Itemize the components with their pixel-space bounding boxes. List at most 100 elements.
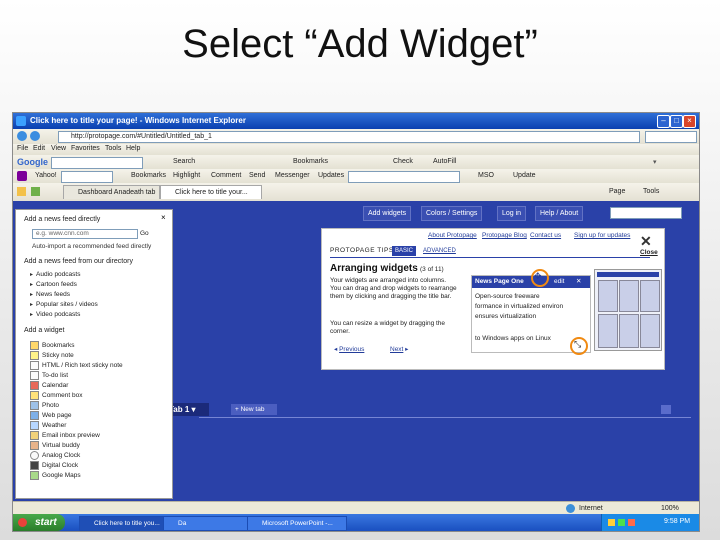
google-search-button[interactable]: Search (173, 158, 195, 165)
yahoo-updates[interactable]: Updates (318, 172, 344, 179)
add-favorite-icon[interactable] (31, 187, 40, 196)
feed-news[interactable]: ▸ News feeds (30, 291, 70, 298)
widget-weather[interactable]: Weather (30, 421, 66, 430)
autofill-button[interactable]: AutoFill (433, 158, 456, 165)
feed-url-input[interactable]: e.g. www.cnn.com (32, 229, 138, 239)
yahoo-bookmarks[interactable]: Bookmarks (131, 172, 166, 179)
tips-close-icon[interactable]: ✕ (640, 233, 652, 250)
protopage-search-input[interactable] (610, 207, 682, 219)
google-logo: Google (17, 157, 48, 167)
maximize-icon[interactable]: □ (670, 115, 683, 128)
widget-html-note[interactable]: HTML / Rich text sticky note (30, 361, 123, 370)
google-search-input[interactable] (51, 157, 143, 169)
tips-label: PROTOPAGE TIPS: (330, 247, 397, 254)
demo-widget-close-icon: ✕ (576, 278, 582, 285)
blog-link[interactable]: Protopage Blog (482, 232, 527, 239)
demo-widget-edit: edit (554, 278, 565, 285)
feed-popular-sites[interactable]: ▸ Popular sites / videos (30, 301, 98, 308)
update-button[interactable]: Update (513, 172, 536, 179)
bookmarks-button[interactable]: Bookmarks (293, 158, 328, 165)
contact-link[interactable]: Contact us (530, 232, 561, 239)
login-button[interactable]: Log in (497, 206, 527, 221)
panel-close-icon[interactable]: × (161, 213, 166, 222)
yahoo-send[interactable]: Send (249, 172, 265, 179)
address-field[interactable]: http://protopage.com/#Untitled/Untitled_… (58, 131, 640, 143)
colors-settings-button[interactable]: Colors / Settings (421, 206, 483, 221)
task-ie[interactable]: Click here to title you... (79, 516, 175, 531)
yahoo-search-input[interactable] (61, 171, 113, 183)
menu-help[interactable]: Help (126, 145, 140, 152)
back-icon[interactable] (17, 131, 27, 141)
widget-analog-clock[interactable]: Analog Clock (30, 451, 80, 460)
tips-counter: (3 of 11) (420, 266, 444, 273)
widget-virtual-buddy[interactable]: Virtual buddy (30, 441, 80, 450)
zone-label: Internet (579, 505, 603, 512)
yahoo-label[interactable]: Yahoo! (35, 172, 57, 179)
search-box[interactable] (645, 131, 697, 143)
yahoo-field[interactable] (348, 171, 460, 183)
bookmarks-icon (30, 341, 39, 350)
widget-web-page[interactable]: Web page (30, 411, 72, 420)
map-icon (30, 471, 39, 480)
tips-next-button[interactable]: Next ▸ (390, 345, 408, 353)
mso-button[interactable]: MSO (478, 172, 494, 179)
widget-sticky-note[interactable]: Sticky note (30, 351, 74, 360)
tray-icon-3[interactable] (628, 519, 635, 526)
widget-photo[interactable]: Photo (30, 401, 59, 410)
tips-close-label[interactable]: Close (640, 249, 658, 256)
analog-clock-icon (30, 451, 39, 460)
menu-tools[interactable]: Tools (105, 145, 121, 152)
email-icon (30, 431, 39, 440)
widget-todo[interactable]: To-do list (30, 371, 68, 380)
zoom-level[interactable]: 100% (661, 505, 679, 512)
about-link[interactable]: About Protopage (428, 232, 477, 239)
feed-go-button[interactable]: Go (140, 230, 149, 237)
demo-line-4: to Windows apps on Linux (475, 335, 551, 342)
signin-link[interactable]: ▾ (653, 158, 657, 166)
address-text: http://protopage.com/#Untitled/Untitled_… (71, 133, 212, 140)
yahoo-messenger[interactable]: Messenger (275, 172, 310, 179)
menu-view[interactable]: View (51, 145, 66, 152)
help-about-button[interactable]: Help / About (535, 206, 584, 221)
task-da[interactable]: Da (163, 516, 259, 531)
new-tab-button[interactable]: + New tab (231, 404, 277, 415)
forward-icon[interactable] (30, 131, 40, 141)
yahoo-highlight[interactable]: Highlight (173, 172, 200, 179)
feed-video-podcasts[interactable]: ▸ Video podcasts (30, 311, 80, 318)
minimize-icon[interactable]: – (657, 115, 670, 128)
feed-cartoon[interactable]: ▸ Cartoon feeds (30, 281, 77, 288)
tips-advanced-tab[interactable]: ADVANCED (420, 246, 459, 256)
menu-edit[interactable]: Edit (33, 145, 45, 152)
yahoo-comment[interactable]: Comment (211, 172, 241, 179)
page-settings-icon[interactable] (661, 405, 671, 414)
feed-url-value: e.g. www.cnn.com (36, 230, 89, 237)
tab-dashboard[interactable]: Dashboard Anadeath tab (63, 185, 160, 199)
page-menu[interactable]: Page (609, 188, 625, 195)
tips-body-1: Your widgets are arranged into columns. … (330, 277, 457, 300)
add-widgets-button[interactable]: Add widgets (363, 206, 412, 221)
tray-icon-2[interactable] (618, 519, 625, 526)
widget-comment-box[interactable]: Comment box (30, 391, 82, 400)
feed-audio-podcasts[interactable]: ▸ Audio podcasts (30, 271, 80, 278)
address-bar-row: http://protopage.com/#Untitled/Untitled_… (13, 129, 699, 145)
signup-link[interactable]: Sign up for updates (574, 232, 630, 239)
menu-file[interactable]: File (17, 145, 28, 152)
menu-favorites[interactable]: Favorites (71, 145, 100, 152)
close-window-icon[interactable]: × (683, 115, 696, 128)
widget-calendar[interactable]: Calendar (30, 381, 68, 390)
ie-icon (16, 116, 26, 126)
widget-digital-clock[interactable]: Digital Clock (30, 461, 78, 470)
tips-basic-tab[interactable]: BASIC (392, 246, 417, 256)
widget-bookmarks[interactable]: Bookmarks (30, 341, 75, 350)
tools-menu[interactable]: Tools (643, 188, 659, 195)
auto-import-text[interactable]: Auto-import a recommended feed directly (32, 243, 151, 250)
tips-previous-button[interactable]: ◂ Previous (334, 345, 364, 353)
widget-google-maps[interactable]: Google Maps (30, 471, 81, 480)
favorites-star-icon[interactable] (17, 187, 26, 196)
tray-icon-1[interactable] (608, 519, 615, 526)
web-page-icon (30, 411, 39, 420)
tab-protopage[interactable]: Click here to title your... (160, 185, 262, 199)
check-button[interactable]: Check (393, 158, 413, 165)
task-powerpoint[interactable]: Microsoft PowerPoint -... (247, 516, 347, 531)
widget-email-inbox[interactable]: Email inbox preview (30, 431, 100, 440)
